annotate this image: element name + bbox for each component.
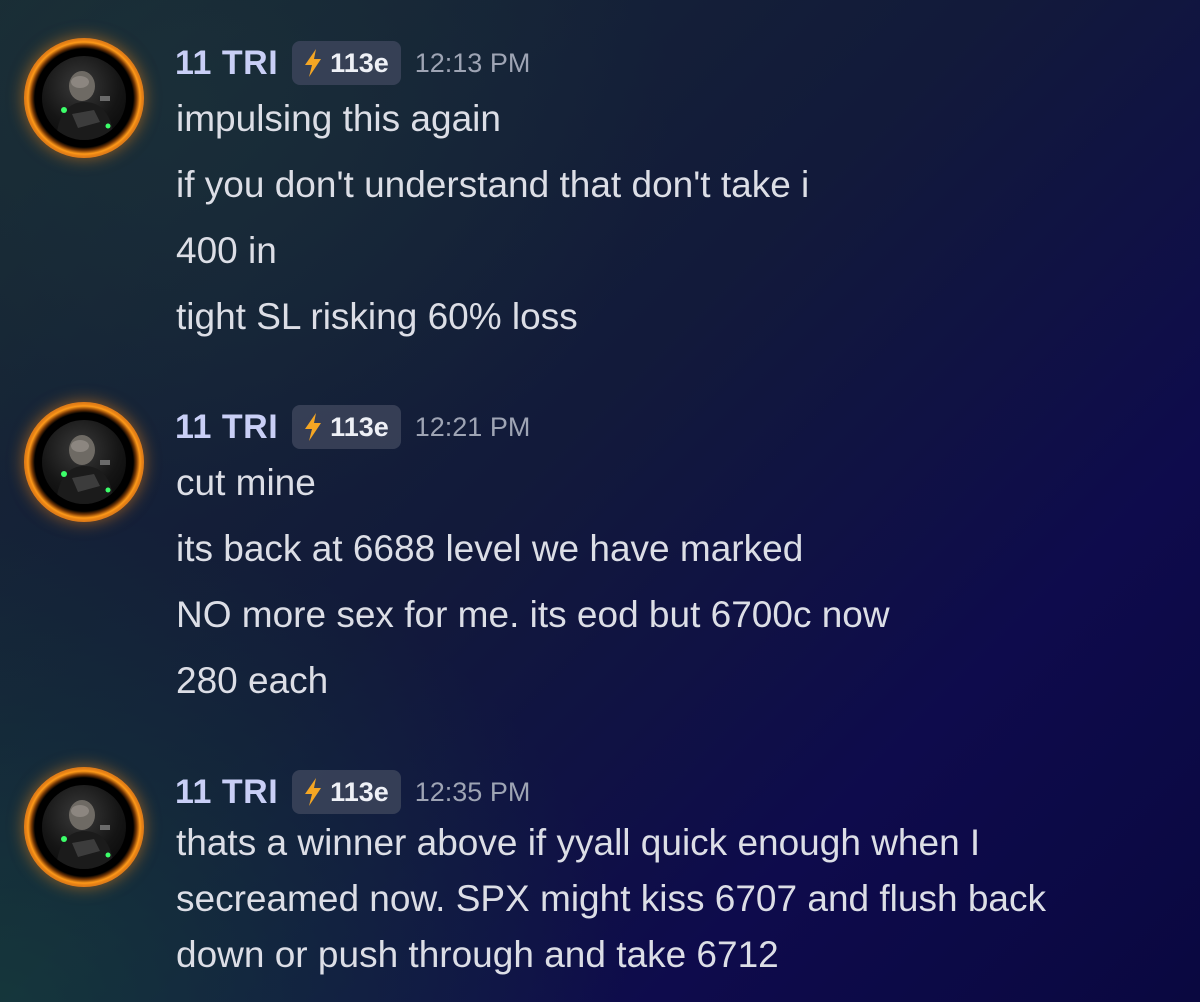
lightning-bolt-icon xyxy=(305,778,322,806)
message-line: 280 each xyxy=(176,660,329,701)
badge-label: 113e xyxy=(330,776,389,807)
message-line: its back at 6688 level we have marked xyxy=(176,528,804,569)
message-content: thats a winner above if yyall quick enou… xyxy=(176,815,1046,983)
user-avatar[interactable] xyxy=(24,767,144,887)
badge-label: 113e xyxy=(330,47,389,78)
message-content: cut mine its back at 6688 level we have … xyxy=(176,450,890,714)
message-line: thats a winner above if yyall quick enou… xyxy=(176,822,981,863)
username[interactable]: 11 TRI xyxy=(175,44,278,83)
clan-badge[interactable]: 113e xyxy=(292,405,401,449)
clan-badge[interactable]: 113e xyxy=(292,41,401,85)
message-header: 11 TRI 113e 12:21 PM xyxy=(175,402,530,452)
username[interactable]: 11 TRI xyxy=(175,773,278,812)
avatar-photo xyxy=(42,785,126,869)
message-header: 11 TRI 113e 12:13 PM xyxy=(175,38,530,88)
message-line: impulsing this again xyxy=(176,98,501,139)
message-line: NO more sex for me. its eod but 6700c no… xyxy=(176,594,890,635)
badge-label: 113e xyxy=(330,411,389,442)
lightning-bolt-icon xyxy=(305,49,322,77)
message-content: impulsing this again if you don't unders… xyxy=(176,86,809,350)
message-line: secreamed now. SPX might kiss 6707 and f… xyxy=(176,878,1046,919)
user-avatar[interactable] xyxy=(24,38,144,158)
chat-message-list: 11 TRI 113e 12:13 PM impulsing this agai… xyxy=(0,0,1200,1002)
lightning-bolt-icon xyxy=(305,413,322,441)
username[interactable]: 11 TRI xyxy=(175,408,278,447)
avatar-photo xyxy=(42,420,126,504)
message-timestamp: 12:35 PM xyxy=(414,776,531,807)
user-avatar[interactable] xyxy=(24,402,144,522)
message-line: cut mine xyxy=(176,462,316,503)
message-header: 11 TRI 113e 12:35 PM xyxy=(175,767,530,817)
message-timestamp: 12:13 PM xyxy=(414,47,531,78)
avatar-photo xyxy=(42,56,126,140)
message-line: down or push through and take 6712 xyxy=(176,934,779,975)
message-line: if you don't understand that don't take … xyxy=(176,164,810,205)
clan-badge[interactable]: 113e xyxy=(292,770,401,814)
message-timestamp: 12:21 PM xyxy=(414,411,531,442)
message-line: 400 in xyxy=(176,230,277,271)
message-line: tight SL risking 60% loss xyxy=(176,296,578,337)
